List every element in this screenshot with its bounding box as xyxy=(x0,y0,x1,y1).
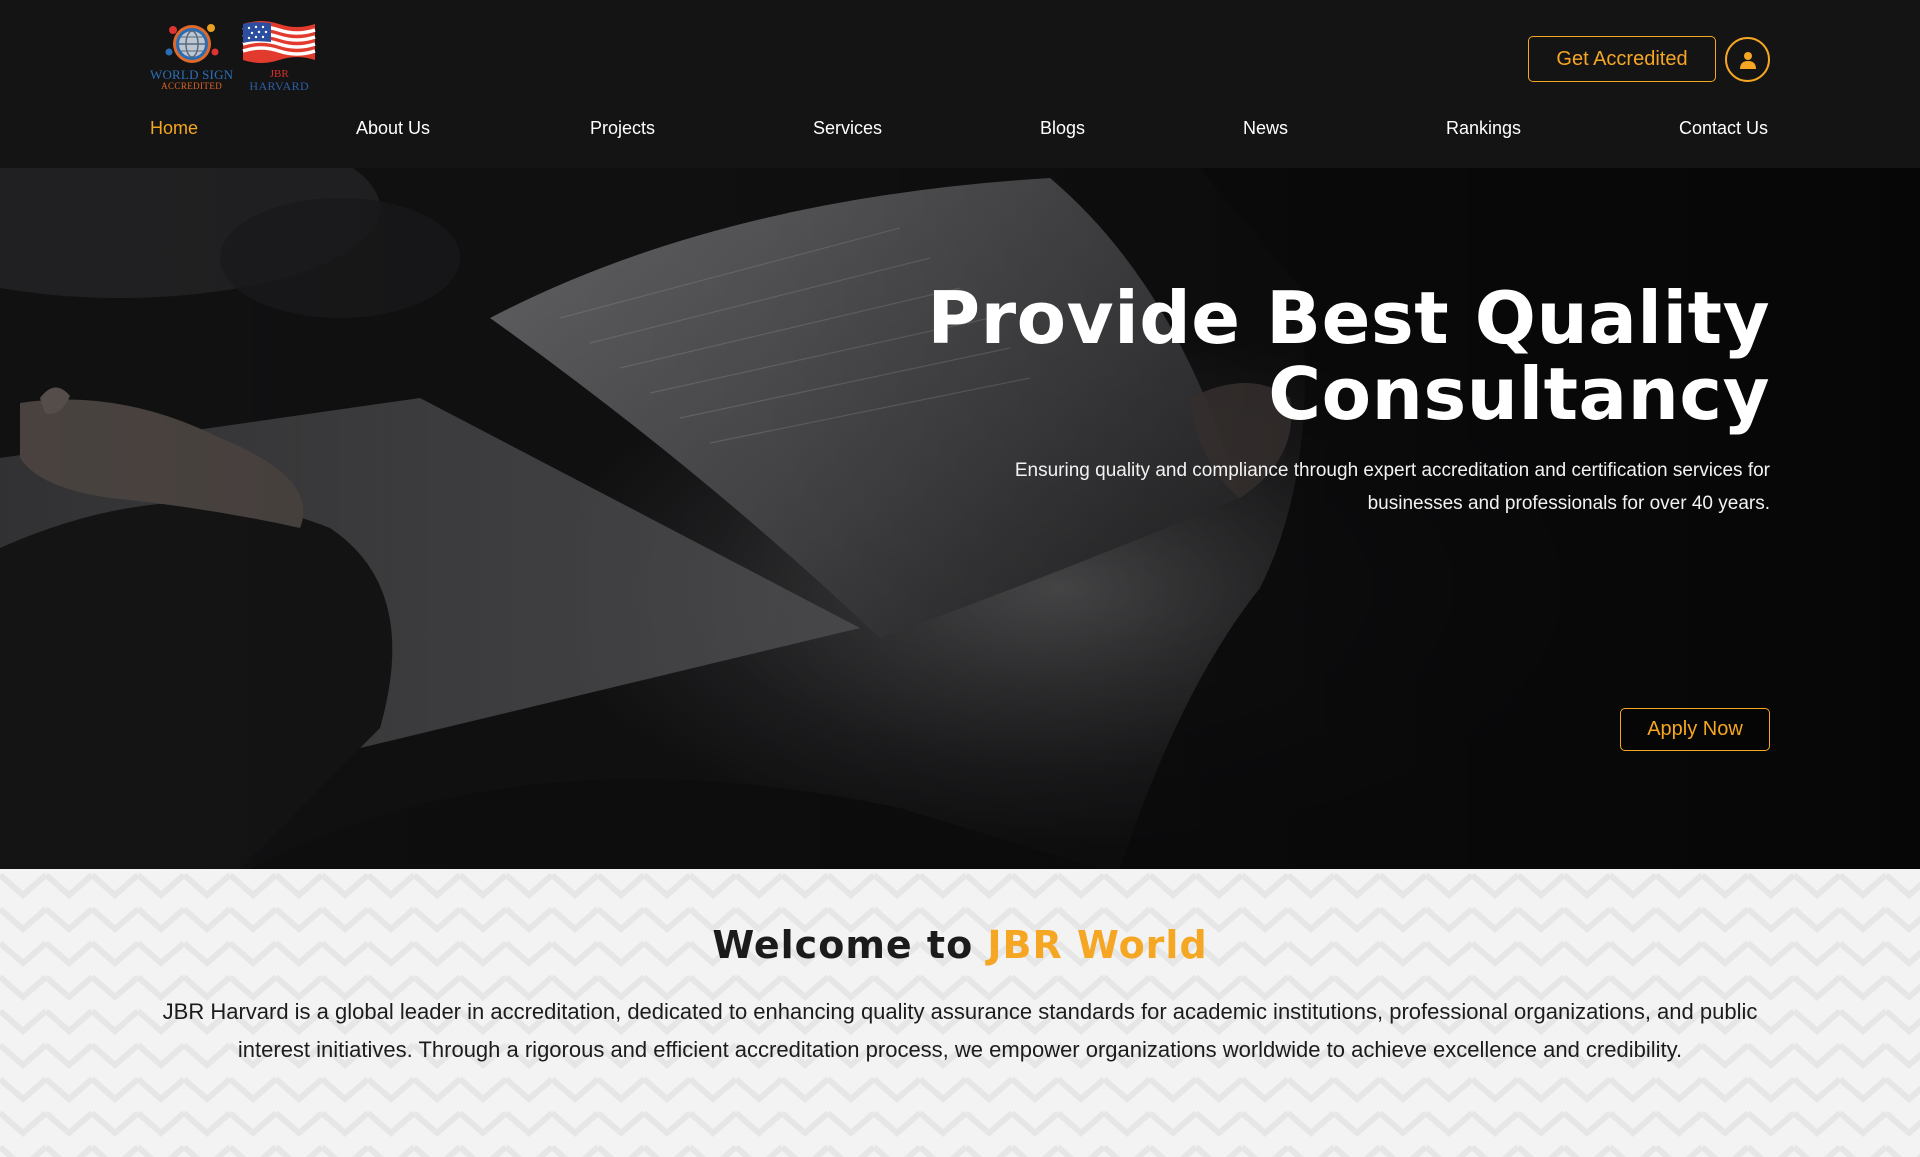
hero-title-line1: Provide Best Quality xyxy=(927,276,1770,360)
welcome-description: JBR Harvard is a global leader in accred… xyxy=(162,999,1758,1062)
nav-item-news[interactable]: News xyxy=(1243,118,1288,139)
logo-world-sign-text: WORLD SIGN xyxy=(150,67,234,82)
get-accredited-button[interactable]: Get Accredited xyxy=(1528,36,1716,82)
hero-section: Provide Best Quality Consultancy Ensurin… xyxy=(0,168,1920,869)
welcome-section: Welcome to JBR World JBR Harvard is a gl… xyxy=(0,869,1920,1157)
nav-item-contact-us[interactable]: Contact Us xyxy=(1679,118,1768,139)
world-sign-logo[interactable]: WORLD SIGN ACCREDITED xyxy=(150,18,233,91)
welcome-title-accent: JBR World xyxy=(987,923,1208,967)
user-icon xyxy=(1739,51,1756,69)
hero-title: Provide Best Quality Consultancy xyxy=(870,280,1770,432)
nav-item-home[interactable]: Home xyxy=(150,118,198,139)
nav-item-about-us[interactable]: About Us xyxy=(356,118,430,139)
nav-item-services[interactable]: Services xyxy=(813,118,882,139)
apply-now-button[interactable]: Apply Now xyxy=(1620,708,1770,751)
hero-subtitle: Ensuring quality and compliance through … xyxy=(910,454,1770,520)
user-account-button[interactable] xyxy=(1725,37,1770,82)
hero-subtitle-line2: businesses and professionals for over 40… xyxy=(1367,493,1770,514)
welcome-title-prefix: Welcome to xyxy=(712,923,974,967)
hero-subtitle-line1: Ensuring quality and compliance through … xyxy=(1014,460,1770,481)
nav-item-blogs[interactable]: Blogs xyxy=(1040,118,1085,139)
main-nav: Home About Us Projects Services Blogs Ne… xyxy=(150,118,1770,146)
nav-item-projects[interactable]: Projects xyxy=(590,118,655,139)
logo-group[interactable]: WORLD SIGN ACCREDITED JBR HARVARD xyxy=(150,18,319,92)
logo-harvard-text: HARVARD xyxy=(249,79,310,93)
hero-title-line2: Consultancy xyxy=(1268,352,1770,436)
nav-item-rankings[interactable]: Rankings xyxy=(1446,118,1521,139)
site-header: WORLD SIGN ACCREDITED JBR HARVARD Get Ac… xyxy=(0,0,1920,168)
welcome-title: Welcome to JBR World xyxy=(0,923,1920,967)
us-flag-icon xyxy=(242,21,316,63)
jbr-harvard-logo[interactable]: JBR HARVARD xyxy=(239,18,319,92)
globe-icon xyxy=(165,24,219,63)
logo-accredited-text: ACCREDITED xyxy=(161,81,223,91)
